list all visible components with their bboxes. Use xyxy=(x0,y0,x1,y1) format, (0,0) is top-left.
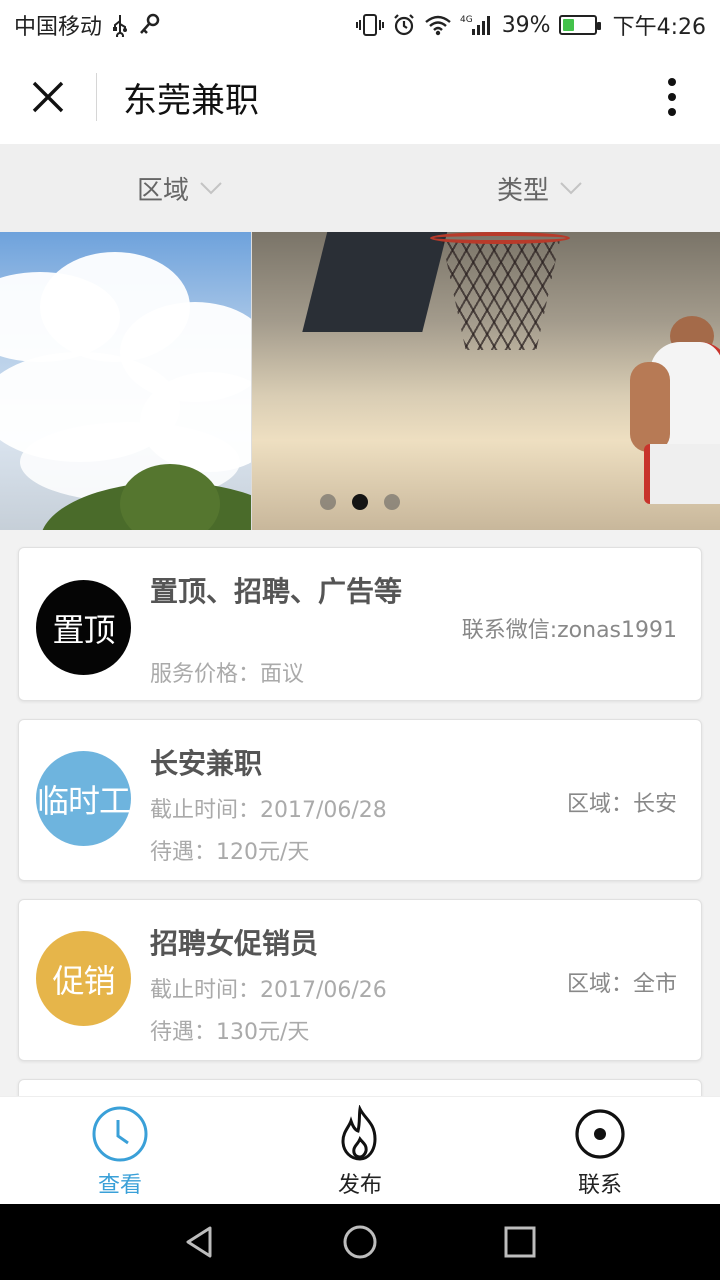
filter-type-label: 类型 xyxy=(496,175,549,206)
deadline: 截止时间：2017/06/26 xyxy=(150,978,387,1003)
nav-contact[interactable]: 联系 xyxy=(480,1097,720,1204)
carousel-dot[interactable] xyxy=(320,494,336,510)
banner-carousel[interactable] xyxy=(0,232,720,530)
filter-bar: 区域 类型 xyxy=(0,144,720,232)
battery-level-fill xyxy=(562,19,575,31)
filter-region[interactable]: 区域 xyxy=(0,144,360,232)
job-title: 长安兼职 xyxy=(150,747,263,780)
service-price: 服务价格：面议 xyxy=(150,662,305,687)
battery-percent: 39% xyxy=(501,12,551,38)
more-options-button[interactable] xyxy=(624,50,720,144)
status-bar: 中国移动 4G 39% 下午4:26 xyxy=(0,0,720,50)
avatar: 置顶 xyxy=(36,580,131,675)
nav-contact-label: 联系 xyxy=(577,1173,622,1198)
chevron-down-icon xyxy=(200,182,222,195)
recents-icon[interactable] xyxy=(500,1222,540,1262)
job-card[interactable]: 临时工 长安兼职 截止时间：2017/06/28 待遇：120元/天 区域：长安 xyxy=(18,719,702,881)
carousel-indicators xyxy=(0,494,720,510)
target-icon xyxy=(575,1109,625,1159)
chevron-down-icon xyxy=(560,182,582,195)
salary: 待遇：120元/天 xyxy=(150,840,310,865)
filter-type[interactable]: 类型 xyxy=(360,144,720,232)
carrier-label: 中国移动 xyxy=(14,15,103,40)
nav-publish-label: 发布 xyxy=(337,1173,382,1198)
avatar: 临时工 xyxy=(36,751,131,846)
home-icon[interactable] xyxy=(340,1222,380,1262)
key-icon xyxy=(138,12,160,38)
region: 区域：长安 xyxy=(566,792,677,817)
clock-icon xyxy=(92,1106,148,1162)
deadline: 截止时间：2017/06/28 xyxy=(150,798,387,823)
close-icon xyxy=(32,81,64,113)
job-card[interactable]: 促销 招聘女促销员 截止时间：2017/06/26 待遇：130元/天 区域：全… xyxy=(18,899,702,1061)
contact-wechat: 联系微信:zonas1991 xyxy=(461,618,677,643)
carousel-dot[interactable] xyxy=(352,494,368,510)
wifi-icon xyxy=(424,12,452,38)
job-title: 置顶、招聘、广告等 xyxy=(150,575,403,608)
banner-slide-sky xyxy=(0,232,251,530)
bottom-nav: 查看 发布 联系 xyxy=(0,1096,720,1204)
more-vertical-icon xyxy=(668,78,676,116)
nav-view[interactable]: 查看 xyxy=(0,1097,240,1204)
flame-icon xyxy=(341,1105,377,1161)
banner-slide-basketball xyxy=(252,232,720,530)
salary: 待遇：130元/天 xyxy=(150,1020,310,1045)
signal-icon: 4G xyxy=(460,12,494,38)
filter-region-label: 区域 xyxy=(136,175,189,206)
vibrate-icon xyxy=(355,12,384,38)
carousel-dot[interactable] xyxy=(384,494,400,510)
battery-icon xyxy=(558,15,601,35)
nav-publish[interactable]: 发布 xyxy=(240,1097,480,1204)
usb-icon xyxy=(112,12,128,38)
alarm-icon xyxy=(392,12,416,38)
page-title: 东莞兼职 xyxy=(123,80,259,121)
title-divider xyxy=(96,73,97,121)
region: 区域：全市 xyxy=(566,972,677,997)
clock-time: 下午4:26 xyxy=(612,15,706,40)
title-bar: 东莞兼职 xyxy=(0,50,720,144)
avatar: 促销 xyxy=(36,931,131,1026)
close-button[interactable] xyxy=(0,50,96,144)
job-card[interactable]: 置顶 置顶、招聘、广告等 联系微信:zonas1991 服务价格：面议 xyxy=(18,547,702,701)
nav-view-label: 查看 xyxy=(97,1173,142,1198)
job-title: 招聘女促销员 xyxy=(150,927,319,960)
system-nav-bar xyxy=(0,1204,720,1280)
network-type-label: 4G xyxy=(460,15,473,25)
back-icon[interactable] xyxy=(180,1222,220,1262)
